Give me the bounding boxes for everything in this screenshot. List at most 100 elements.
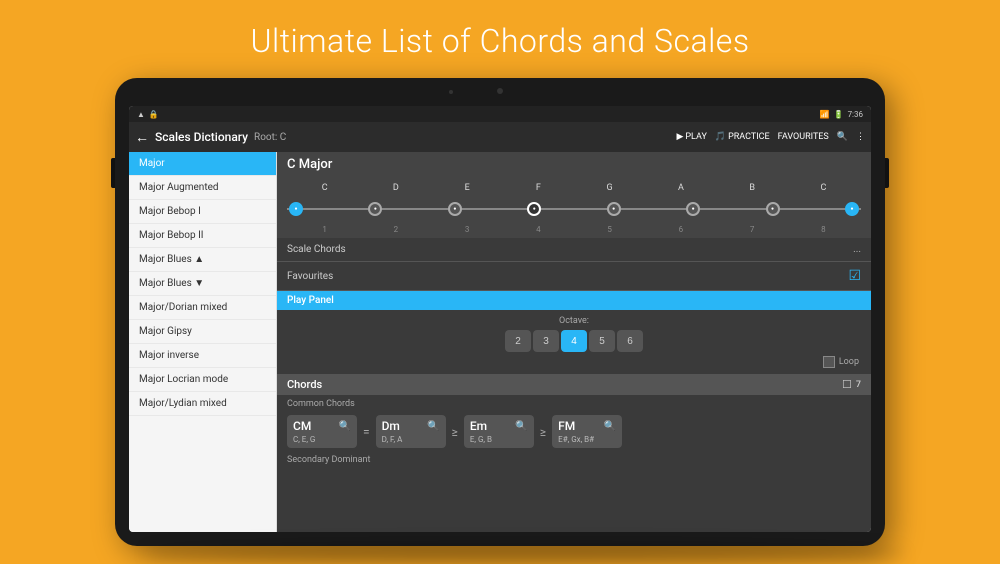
scale-chords-action[interactable]: ... (853, 244, 861, 255)
note-line-section: CDEFGABC ●●●●●●●● 12345678 (277, 177, 871, 238)
chord-search-icon[interactable]: 🔍 (339, 421, 351, 432)
note-label: C (788, 183, 859, 193)
note-label: B (717, 183, 788, 193)
note-number: 4 (503, 225, 574, 234)
practice-button[interactable]: 🎵 PRACTICE (715, 132, 770, 142)
status-icon-1: ▲ (137, 110, 145, 119)
scale-list-item[interactable]: Major/Dorian mixed (129, 296, 276, 320)
note-dot[interactable]: ● (686, 202, 700, 216)
chord-separator: ≥ (538, 415, 548, 448)
chord-separator: ≥ (450, 415, 460, 448)
scale-list-item[interactable]: Major/Lydian mixed (129, 392, 276, 416)
root-label: Root: C (254, 132, 670, 143)
play-panel-content: Octave: 23456 Loop (277, 310, 871, 374)
back-button[interactable]: ← (135, 129, 149, 146)
note-label: G (574, 183, 645, 193)
note-number: 1 (289, 225, 360, 234)
action-bar-actions: ▶ PLAY 🎵 PRACTICE FAVOURITES 🔍 ⋮ (676, 132, 865, 142)
battery-icon: 🔋 (834, 110, 844, 119)
scale-list-item[interactable]: Major Bebop II (129, 224, 276, 248)
chord-name: Dm (382, 419, 400, 433)
chord-name: CM (293, 419, 311, 433)
chords-checkbox[interactable]: ☐ (842, 378, 852, 391)
note-label: A (645, 183, 716, 193)
chord-notes: E#, Gx, B# (558, 435, 616, 444)
scale-list-item[interactable]: Major Augmented (129, 176, 276, 200)
note-dot[interactable]: ● (448, 202, 462, 216)
chord-separator: = (361, 415, 372, 448)
loop-label: Loop (839, 357, 859, 367)
search-button[interactable]: 🔍 (837, 132, 848, 142)
note-dot[interactable]: ● (845, 202, 859, 216)
chord-notes: D, F, A (382, 435, 440, 444)
chord-name: Em (470, 419, 487, 433)
scale-chords-row[interactable]: Scale Chords ... (277, 238, 871, 262)
scale-list-item[interactable]: Major Blues ▲ (129, 248, 276, 272)
scale-list-item[interactable]: Major Locrian mode (129, 368, 276, 392)
favourites-checkbox[interactable]: ☑ (848, 268, 861, 284)
chord-search-icon[interactable]: 🔍 (604, 421, 616, 432)
scale-list-item[interactable]: Major Bebop I (129, 200, 276, 224)
camera-dot (497, 88, 503, 94)
play-button[interactable]: ▶ PLAY (676, 132, 706, 142)
right-panel: C Major CDEFGABC ●●●●●●●● 12345678 Scale… (277, 152, 871, 532)
chord-cards-row: CM 🔍 C, E, G = Dm 🔍 D, F, A ≥ Em 🔍 E, G,… (277, 411, 871, 452)
chord-search-icon[interactable]: 🔍 (515, 421, 527, 432)
more-button[interactable]: ⋮ (856, 132, 865, 142)
scale-list-item[interactable]: Major (129, 152, 276, 176)
octave-button[interactable]: 3 (533, 330, 559, 352)
status-left: ▲ 🔒 (137, 110, 159, 119)
secondary-dominant-label: Secondary Dominant (277, 452, 871, 468)
note-dot[interactable]: ● (527, 202, 541, 216)
status-icon-2: 🔒 (149, 110, 159, 119)
loop-row: Loop (287, 356, 861, 368)
note-dot[interactable]: ● (289, 202, 303, 216)
octave-button[interactable]: 5 (589, 330, 615, 352)
chord-card[interactable]: Dm 🔍 D, F, A (376, 415, 446, 448)
chord-card[interactable]: Em 🔍 E, G, B (464, 415, 534, 448)
note-number: 3 (432, 225, 503, 234)
app-title: Scales Dictionary (155, 130, 248, 144)
note-number-row: 12345678 (287, 225, 861, 234)
note-number: 7 (717, 225, 788, 234)
scale-chords-label: Scale Chords (287, 244, 853, 255)
octave-buttons: 23456 (287, 330, 861, 352)
play-panel-header: Play Panel (277, 291, 871, 310)
common-chords-label: Common Chords (277, 395, 871, 411)
octave-button[interactable]: 6 (617, 330, 643, 352)
status-bar: ▲ 🔒 📶 🔋 7:36 (129, 106, 871, 122)
note-line: ● ● ● ● ● ● ● ● (287, 195, 861, 223)
loop-checkbox[interactable] (823, 356, 835, 368)
note-dot[interactable]: ● (607, 202, 621, 216)
scale-list[interactable]: MajorMajor AugmentedMajor Bebop IMajor B… (129, 152, 277, 532)
scale-header: C Major (277, 152, 871, 177)
octave-button[interactable]: 2 (505, 330, 531, 352)
note-number: 6 (645, 225, 716, 234)
action-bar: ← Scales Dictionary Root: C ▶ PLAY 🎵 PRA… (129, 122, 871, 152)
play-label: PLAY (685, 132, 706, 142)
favourites-label: Favourites (287, 271, 848, 282)
chord-card[interactable]: FM 🔍 E#, Gx, B# (552, 415, 622, 448)
chords-header: Chords ☐ 7 (277, 374, 871, 395)
scale-list-item[interactable]: Major inverse (129, 344, 276, 368)
chord-card[interactable]: CM 🔍 C, E, G (287, 415, 357, 448)
chord-search-icon[interactable]: 🔍 (427, 421, 439, 432)
tablet-shell: ▲ 🔒 📶 🔋 7:36 ← Scales Dictionary Root: C… (115, 78, 885, 546)
note-number: 5 (574, 225, 645, 234)
side-button-right (885, 158, 889, 188)
scale-list-item[interactable]: Major Gipsy (129, 320, 276, 344)
note-label: C (289, 183, 360, 193)
note-dot[interactable]: ● (766, 202, 780, 216)
scale-list-item[interactable]: Major Blues ▼ (129, 272, 276, 296)
favourites-button[interactable]: FAVOURITES (778, 132, 829, 142)
note-dot[interactable]: ● (368, 202, 382, 216)
signal-icon: 📶 (820, 110, 830, 119)
octave-button[interactable]: 4 (561, 330, 587, 352)
speaker-dot (449, 90, 453, 94)
chord-notes: C, E, G (293, 435, 351, 444)
favourites-row[interactable]: Favourites ☑ (277, 262, 871, 291)
page-title: Ultimate List of Chords and Scales (0, 22, 1000, 60)
screen: ▲ 🔒 📶 🔋 7:36 ← Scales Dictionary Root: C… (129, 106, 871, 532)
note-number: 2 (360, 225, 431, 234)
time-display: 7:36 (848, 110, 863, 119)
